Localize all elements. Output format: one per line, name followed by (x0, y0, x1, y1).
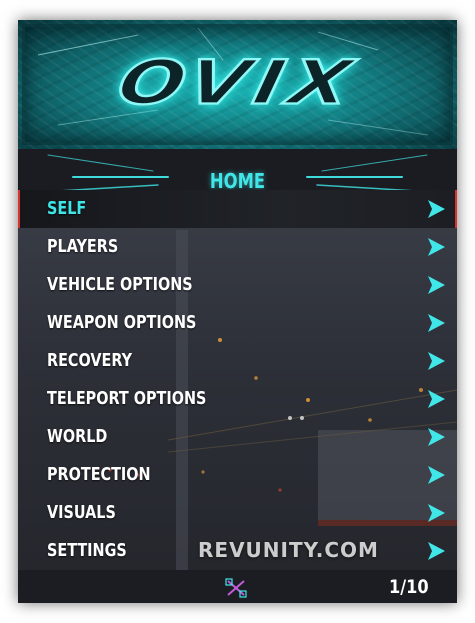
page-counter: 1/10 (389, 576, 429, 598)
menu-item-label: VEHICLE OPTIONS (47, 274, 193, 295)
chevron-right-icon (428, 276, 445, 294)
menu-item-visuals[interactable]: VISUALS (18, 494, 457, 532)
menu-footer: 1/10 (18, 570, 457, 603)
menu-item-world[interactable]: WORLD (18, 418, 457, 456)
chevron-right-icon (428, 390, 445, 408)
chevron-right-icon (428, 238, 445, 256)
chevron-right-icon (428, 428, 445, 446)
watermark-text: REVUNITY.COM (198, 538, 379, 562)
selection-border-right (455, 190, 457, 228)
chevron-right-icon (428, 352, 445, 370)
chevron-right-icon (428, 466, 445, 484)
menu-item-protection[interactable]: PROTECTION (18, 456, 457, 494)
chevron-right-icon (428, 504, 445, 522)
menu-banner: OVIX (18, 20, 457, 149)
menu-item-label: TELEPORT OPTIONS (47, 388, 207, 409)
chevron-right-icon (428, 542, 445, 560)
menu-item-label: SETTINGS (47, 540, 127, 561)
menu-item-vehicle-options[interactable]: VEHICLE OPTIONS (18, 266, 457, 304)
menu-item-teleport-options[interactable]: TELEPORT OPTIONS (18, 380, 457, 418)
menu-item-label: PROTECTION (47, 464, 151, 485)
chevron-right-icon (428, 200, 445, 218)
menu-item-list: SELF PLAYERS VEHICLE OPTIONS WEAPON OPTI… (18, 190, 457, 570)
menu-item-self[interactable]: SELF (18, 190, 457, 228)
menu-item-label: WORLD (47, 426, 108, 447)
menu-item-label: SELF (47, 198, 87, 219)
menu-item-recovery[interactable]: RECOVERY (18, 342, 457, 380)
menu-item-weapon-options[interactable]: WEAPON OPTIONS (18, 304, 457, 342)
menu-item-label: RECOVERY (47, 350, 133, 371)
ovix-logo-icon (225, 578, 247, 598)
mod-menu: OVIX HOME SELF PLAYERS VEHICLE OPTIONS W… (18, 20, 457, 603)
selection-border-left (18, 190, 20, 228)
chevron-right-icon (428, 314, 445, 332)
menu-item-label: WEAPON OPTIONS (47, 312, 197, 333)
menu-item-label: VISUALS (47, 502, 116, 523)
menu-item-players[interactable]: PLAYERS (18, 228, 457, 266)
menu-item-label: PLAYERS (47, 236, 119, 257)
banner-frame (22, 24, 453, 145)
